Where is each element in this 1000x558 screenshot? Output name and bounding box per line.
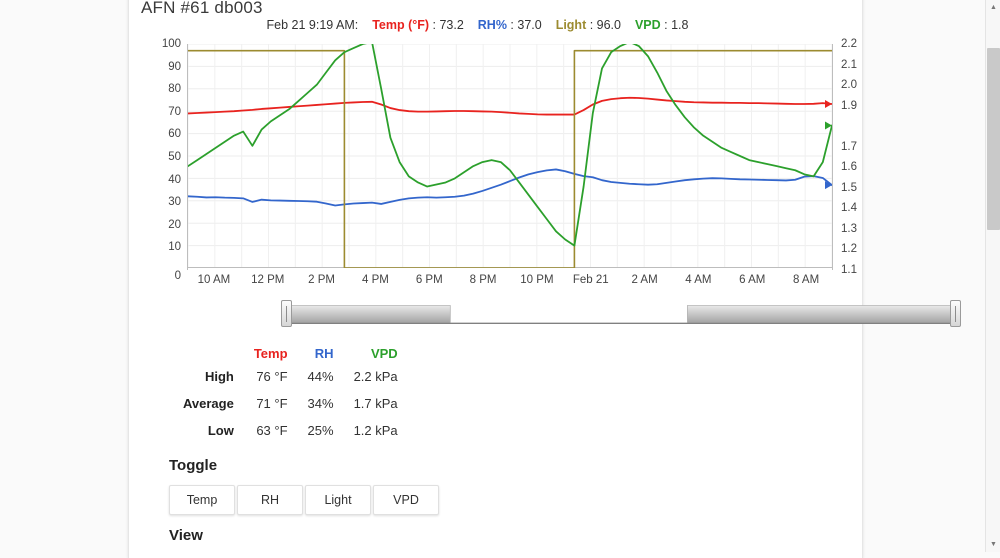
stats-cell: 2.2 kPa <box>353 369 398 384</box>
left-axis-tick: 80 <box>168 83 181 96</box>
x-axis-tick: 2 AM <box>631 274 658 286</box>
right-axis-tick: 1.4 <box>841 202 857 215</box>
x-axis-tick: 10 AM <box>197 274 231 286</box>
page-title: AFN #61 db003 <box>141 0 263 17</box>
readout-value-light: 96.0 <box>596 18 621 32</box>
right-axis-tick: 1.9 <box>841 99 857 112</box>
x-axis-tick: 8 AM <box>792 274 820 286</box>
x-axis-tick: 2 PM <box>308 274 335 286</box>
readout-timestamp: Feb 21 9:19 AM: <box>266 18 359 32</box>
stats-cell: 1.2 kPa <box>353 423 398 438</box>
page-scrollbar[interactable]: ▲ ▼ <box>985 0 1000 552</box>
x-axis-tick: 6 PM <box>415 274 443 286</box>
stats-header-row: Temp RH VPD <box>173 340 408 363</box>
stats-row-label: Average <box>183 396 234 411</box>
x-axis-tick: 10 PM <box>520 274 554 286</box>
plot-svg <box>188 44 832 268</box>
readout-key-rh: RH% <box>477 18 507 32</box>
stats-col-rh: RH <box>314 346 334 361</box>
scroll-down-arrow[interactable]: ▼ <box>986 537 1000 552</box>
left-axis-tick: 50 <box>168 151 181 163</box>
right-axis-tick: 1.5 <box>841 181 857 194</box>
toggle-button-light[interactable]: Light <box>305 485 371 515</box>
readout-value-rh: 37.0 <box>517 18 542 32</box>
left-axis-tick: 20 <box>168 218 181 231</box>
right-axis-tick: 2.0 <box>841 79 857 92</box>
timeseries-chart[interactable]: 100 90 80 70 60 50 40 30 20 10 1.1 1.2 1.3 1.4 1.5 1.6… <box>141 36 857 294</box>
x-axis-tick: 4 PM <box>361 274 389 286</box>
x-axis: 10 AM 12 PM 2 PM 4 PM 6 PM 8 PM 10 PM Feb 21 2 A… <box>187 274 833 290</box>
range-selector[interactable] <box>281 300 961 327</box>
toggle-button-rh[interactable]: RH <box>237 485 303 515</box>
hover-readout: Feb 21 9:19 AM: Temp (°F) : 73.2 RH% : 3… <box>266 18 689 32</box>
right-axis-tick: 2.1 <box>841 58 857 71</box>
toggle-button-vpd[interactable]: VPD <box>373 485 439 515</box>
stats-cell: 1.7 kPa <box>353 396 398 411</box>
table-row: High 76 °F 44% 2.2 kPa <box>173 363 408 390</box>
stats-cell: 76 °F <box>256 369 288 384</box>
stats-corner <box>173 340 244 363</box>
left-axis-tick: 60 <box>168 128 181 141</box>
x-axis-tick: 12 PM <box>251 274 285 286</box>
range-track[interactable] <box>288 303 954 325</box>
x-axis-tick: 4 AM <box>685 274 712 286</box>
right-axis-tick: 1.1 <box>841 264 857 276</box>
x-axis-tick: 8 PM <box>469 274 497 286</box>
scroll-up-arrow[interactable]: ▲ <box>986 0 1000 15</box>
toggle-heading: Toggle <box>169 457 218 474</box>
right-axis-tick: 2.2 <box>841 38 857 50</box>
stats-col-temp: Temp <box>253 346 288 361</box>
left-axis-tick: 30 <box>168 196 181 209</box>
stats-row-label: High <box>204 369 234 384</box>
toggle-button-row: Temp RH Light VPD <box>169 485 439 515</box>
readout-key-temp: Temp (°F) <box>372 18 430 32</box>
table-row: Low 63 °F 25% 1.2 kPa <box>173 417 408 444</box>
left-axis-tick: 100 <box>161 38 181 50</box>
readout-key-light: Light <box>555 18 587 32</box>
left-axis-tick: 40 <box>168 173 181 186</box>
right-axis-tick: 1.2 <box>841 243 857 256</box>
page-root: AFN #61 db003 Feb 21 9:19 AM: Temp (°F) … <box>0 0 1000 558</box>
view-heading: View <box>169 527 203 544</box>
readout-value-vpd: 1.8 <box>671 18 689 32</box>
left-axis-tick: 10 <box>168 241 181 254</box>
stats-cell: 44% <box>307 369 334 384</box>
plot-area[interactable] <box>187 44 833 270</box>
right-axis-tick: 1.6 <box>841 161 857 174</box>
range-preview <box>288 305 954 325</box>
range-handle-left[interactable] <box>281 300 292 327</box>
right-axis-tick: 1.3 <box>841 222 857 235</box>
x-axis-tick: 6 AM <box>739 274 766 286</box>
stats-cell: 34% <box>307 396 334 411</box>
stats-cell: 25% <box>307 423 334 438</box>
stats-table: Temp RH VPD High 76 °F 44% 2.2 kPa Average 71… <box>173 340 408 444</box>
x-axis-tick: Feb 21 <box>572 274 609 286</box>
stats-cell: 63 °F <box>256 423 288 438</box>
range-handle-right[interactable] <box>950 300 961 327</box>
scrollbar-thumb[interactable] <box>987 48 1000 230</box>
right-axis-tick: 1.7 <box>841 140 857 153</box>
dashboard-card: AFN #61 db003 Feb 21 9:19 AM: Temp (°F) … <box>128 0 961 558</box>
table-row: Average 71 °F 34% 1.7 kPa <box>173 390 408 417</box>
toggle-button-temp[interactable]: Temp <box>169 485 235 515</box>
left-axis-tick: 90 <box>168 60 181 73</box>
stats-cell: 71 °F <box>256 396 288 411</box>
stats-col-vpd: VPD <box>370 346 398 361</box>
left-axis-tick: 70 <box>168 105 181 118</box>
left-axis-zero: 0 <box>174 270 181 282</box>
stats-row-label: Low <box>207 423 234 438</box>
readout-key-vpd: VPD <box>634 18 661 32</box>
readout-value-temp: 73.2 <box>439 18 464 32</box>
